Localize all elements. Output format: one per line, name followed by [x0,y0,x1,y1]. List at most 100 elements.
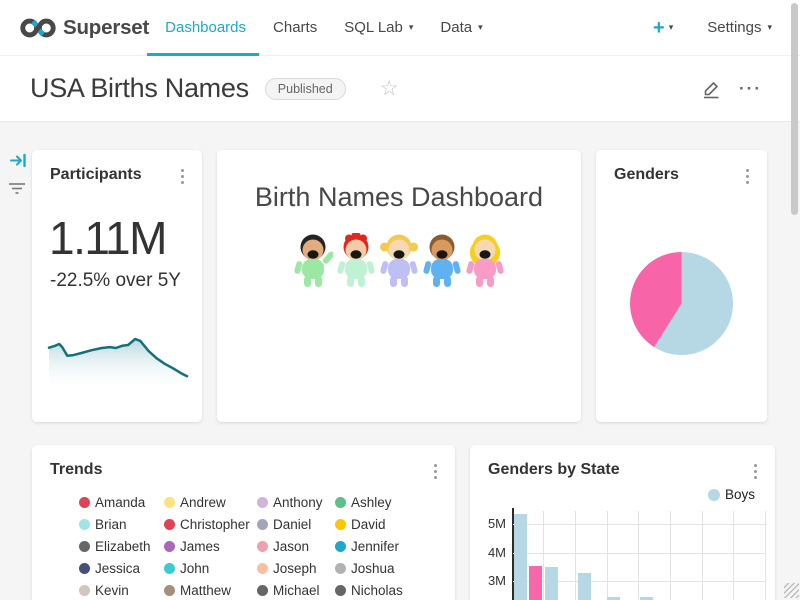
trends-legend: Amanda Andrew Anthony Ashley Brian Christophe… [79,495,455,600]
active-tab-underline [147,53,259,56]
kid-figure [336,233,376,291]
kebab-menu-icon[interactable] [430,461,441,482]
gridline-v [638,511,639,600]
legend-item-ashley[interactable]: Ashley [335,495,455,510]
legend-swatch [79,563,90,574]
legend-swatch [257,585,268,596]
legend-label: Christopher [180,517,250,532]
y-axis-tick: 5M [476,516,506,531]
bar-girls[interactable] [529,566,542,600]
legend-swatch [335,585,346,596]
legend-label: Andrew [180,495,226,510]
add-new-button[interactable]: + ▾ [653,18,673,38]
legend-swatch [335,541,346,552]
gridline-v [607,511,608,600]
legend-item-brian[interactable]: Brian [79,517,164,532]
nav-label: Charts [273,19,317,36]
y-axis-tick: 4M [476,545,506,560]
legend-item-nicholas[interactable]: Nicholas [335,583,455,598]
nav-item-charts[interactable]: Charts [271,15,319,40]
genders-card: Genders [596,150,767,422]
kid-figure [422,233,462,291]
bar-boys[interactable] [578,573,591,600]
legend-label: Daniel [273,517,311,532]
favorite-star-icon[interactable]: ☆ [380,78,399,99]
dashboard-heading: Birth Names Dashboard [217,182,581,213]
legend-label: Nicholas [351,583,403,598]
legend-item-james[interactable]: James [164,539,257,554]
bar-boys[interactable] [514,514,527,600]
legend-item-michael[interactable]: Michael [257,583,335,598]
legend-item-david[interactable]: David [335,517,455,532]
scrollbar-thumb[interactable] [791,3,798,215]
more-actions-icon[interactable]: ··· [739,80,762,97]
legend-item-elizabeth[interactable]: Elizabeth [79,539,164,554]
trend-delta: -22.5% over 5Y [50,270,202,292]
legend-swatch [79,541,90,552]
gridline-v [670,511,671,600]
kids-illustration [217,233,581,291]
chart-resize-handle[interactable] [784,583,799,598]
bar-boys[interactable] [545,567,558,600]
legend-label: Joseph [273,561,317,576]
legend-swatch [79,519,90,530]
chevron-down-icon: ▾ [409,23,414,32]
legend-item-joseph[interactable]: Joseph [257,561,335,576]
infinity-logo-icon [20,16,56,40]
birth-names-card: Birth Names Dashboard [217,150,581,422]
nav-item-dashboards[interactable]: Dashboards [163,15,248,40]
card-header: Trends [32,445,455,482]
brand-name: Superset [63,16,149,40]
legend-label: Kevin [95,583,129,598]
collapse-filters-icon[interactable] [8,181,26,197]
kebab-menu-icon[interactable] [177,166,188,187]
legend-item-jason[interactable]: Jason [257,539,335,554]
card-header: Participants [32,150,202,187]
kebab-menu-icon[interactable] [742,166,753,187]
participants-sparkline[interactable] [47,326,189,390]
nav-right: + ▾ Settings ▾ [653,18,772,38]
top-nav: Superset Dashboards Charts SQL Lab ▾ Dat… [0,0,800,56]
state-bar-chart: 5M 4M 3M [470,445,775,600]
legend-swatch [164,497,175,508]
legend-item-matthew[interactable]: Matthew [164,583,257,598]
nav-menu: Dashboards Charts SQL Lab ▾ Data ▾ [163,0,484,55]
legend-item-jennifer[interactable]: Jennifer [335,539,455,554]
legend-label: Amanda [95,495,145,510]
nav-item-data[interactable]: Data ▾ [438,15,484,40]
legend-swatch [164,541,175,552]
kid-figure [379,233,419,291]
legend-item-kevin[interactable]: Kevin [79,583,164,598]
gridline-h [513,524,765,525]
settings-menu[interactable]: Settings ▾ [707,19,772,36]
superset-logo[interactable]: Superset [20,16,149,40]
big-number-value: 1.11M [49,211,202,265]
nav-label: Dashboards [165,19,246,36]
edit-pencil-icon[interactable] [701,79,721,99]
chevron-down-icon: ▾ [478,23,483,32]
published-badge[interactable]: Published [265,78,346,100]
legend-item-joshua[interactable]: Joshua [335,561,455,576]
legend-item-anthony[interactable]: Anthony [257,495,335,510]
legend-label: Ashley [351,495,392,510]
legend-item-jessica[interactable]: Jessica [79,561,164,576]
legend-item-christopher[interactable]: Christopher [164,517,257,532]
plus-icon: + [653,18,665,38]
nav-item-sql-lab[interactable]: SQL Lab ▾ [342,15,415,40]
legend-item-john[interactable]: John [164,561,257,576]
nav-label: SQL Lab [344,19,403,36]
legend-swatch [79,585,90,596]
card-title: Genders [614,166,679,184]
legend-label: Jason [273,539,309,554]
legend-label: Anthony [273,495,323,510]
legend-item-amanda[interactable]: Amanda [79,495,164,510]
legend-item-daniel[interactable]: Daniel [257,517,335,532]
genders-pie[interactable] [630,252,733,355]
legend-swatch [257,497,268,508]
legend-swatch [164,563,175,574]
legend-swatch [257,541,268,552]
legend-swatch [164,585,175,596]
legend-label: Jessica [95,561,140,576]
legend-item-andrew[interactable]: Andrew [164,495,257,510]
expand-filter-panel-icon[interactable] [10,152,27,169]
